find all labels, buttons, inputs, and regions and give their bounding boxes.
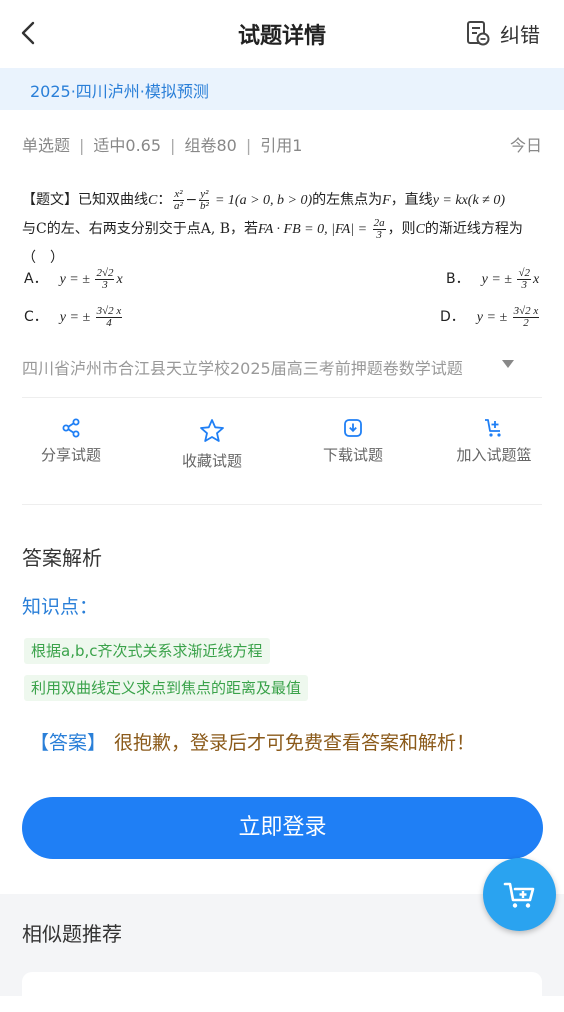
report-label: 纠错 <box>500 22 540 47</box>
knowledge-point-label: 知识点： <box>22 596 99 618</box>
favorite-button[interactable]: 收藏试题 <box>152 418 272 471</box>
option-c[interactable]: C． y = ± 3√2 x4 <box>24 306 124 329</box>
star-icon <box>200 419 224 442</box>
question-type: 单选题 <box>22 136 71 155</box>
question-body: 【题文】已知双曲线C： x² a² − y² b² = 1(a > 0, b > 0)的左… <box>22 186 546 272</box>
add-to-basket-button[interactable]: 加入试题篮 <box>434 418 554 465</box>
report-error-button[interactable]: 纠错 <box>466 19 540 47</box>
download-button[interactable]: 下载试题 <box>293 418 413 465</box>
answer-text: 很抱歉，登录后才可免费查看答案和解析！ <box>114 732 476 754</box>
option-d[interactable]: D． y = ± 3√2 x2 <box>440 306 541 329</box>
group-count: 组卷80 <box>184 136 237 155</box>
answer-label: 【答案】 <box>30 732 107 754</box>
date-label: 今日 <box>509 136 542 155</box>
question-line-1: 【题文】已知双曲线C： x² a² − y² b² = 1(a > 0, b > 0)的左… <box>22 187 505 212</box>
cite-count: 引用1 <box>260 136 303 155</box>
share-icon <box>62 418 80 438</box>
similar-card[interactable] <box>22 972 542 1012</box>
question-line-2: 与C的左、右两支分别交于点A, B，若FA · FB = 0, |FA| = 2… <box>22 216 523 241</box>
expand-caret-icon[interactable] <box>502 360 514 368</box>
login-button[interactable]: 立即登录 <box>22 797 543 859</box>
share-button[interactable]: 分享试题 <box>11 418 131 465</box>
similar-title: 相似题推荐 <box>22 922 122 946</box>
knowledge-tag[interactable]: 利用双曲线定义求点到焦点的距离及最值 <box>24 675 309 701</box>
report-icon <box>467 21 490 46</box>
basket-fab-button[interactable] <box>483 858 556 931</box>
question-meta: 单选题 | 适中0.65 | 组卷80 | 引用1 <box>22 136 303 155</box>
divider <box>22 504 542 505</box>
paper-title[interactable]: 四川省泸州市合江县天立学校2025届高三考前押题卷数学试题 <box>22 355 463 379</box>
answer-notice: 【答案】 很抱歉，登录后才可免费查看答案和解析！ <box>30 728 475 755</box>
difficulty: 适中0.65 <box>93 136 162 155</box>
download-icon <box>344 419 362 437</box>
source-link[interactable]: 2025·四川泸州·模拟预测 <box>30 78 209 102</box>
option-a[interactable]: A． y = ± 2√2 3 x <box>24 268 123 291</box>
cart-add-icon <box>485 419 501 437</box>
analysis-title: 答案解析 <box>22 546 102 570</box>
knowledge-tag[interactable]: 根据a,b,c齐次式关系求渐近线方程 <box>24 638 270 664</box>
cart-add-icon <box>503 882 534 908</box>
option-b[interactable]: B． y = ± √2 3 x <box>446 268 539 291</box>
divider <box>22 397 542 398</box>
